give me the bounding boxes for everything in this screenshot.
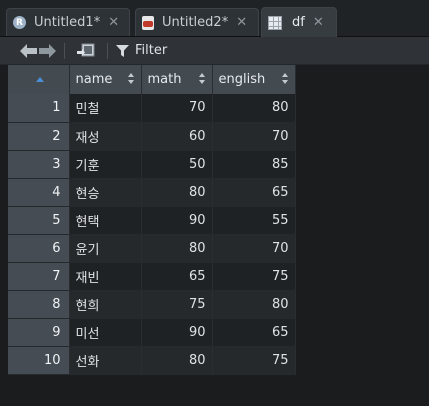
column-header-name[interactable]: name <box>69 65 142 94</box>
sort-icon <box>198 73 205 85</box>
table-row: 4 현승 80 65 <box>8 178 296 207</box>
cell-math: 60 <box>141 122 213 151</box>
cell-math: 75 <box>141 290 213 319</box>
tab-df[interactable]: df ✕ <box>261 7 337 37</box>
tab-label: df <box>292 15 305 30</box>
cell-name: 윤기 <box>69 234 142 263</box>
sort-ascending-icon <box>36 77 45 82</box>
table-row: 9 미선 90 65 <box>8 318 296 347</box>
editor-tab-bar: R Untitled1* ✕ Untitled2* ✕ df ✕ <box>0 0 429 37</box>
table-row: 8 현희 75 80 <box>8 290 296 319</box>
column-header-label: english <box>218 72 266 87</box>
row-number: 9 <box>8 318 70 347</box>
row-number: 2 <box>8 122 70 151</box>
popout-icon <box>77 43 95 57</box>
sort-icon <box>281 73 288 85</box>
tab-label: Untitled1* <box>34 15 101 30</box>
sort-icon <box>127 73 134 85</box>
cell-english: 65 <box>212 178 296 207</box>
row-number: 4 <box>8 178 70 207</box>
cell-name: 현희 <box>69 290 142 319</box>
cell-math: 50 <box>141 150 213 179</box>
table-row: 6 윤기 80 70 <box>8 234 296 263</box>
grid-footer <box>8 386 429 406</box>
row-number-header[interactable] <box>8 65 70 94</box>
row-number: 10 <box>8 346 70 375</box>
cell-name: 재성 <box>69 122 142 151</box>
table-row: 3 기훈 50 85 <box>8 150 296 179</box>
cell-math: 80 <box>141 234 213 263</box>
table-row: 1 민철 70 80 <box>8 94 296 123</box>
close-icon[interactable]: ✕ <box>236 16 247 29</box>
cell-math: 90 <box>141 206 213 235</box>
row-number: 8 <box>8 290 70 319</box>
r-script-icon: R <box>13 16 26 29</box>
rmarkdown-icon <box>142 15 154 30</box>
cell-name: 선화 <box>69 346 142 375</box>
data-table: name math english 1 민철 70 80 2 재성 60 70 <box>8 65 296 375</box>
data-viewer-toolbar: Filter <box>0 37 429 65</box>
show-in-window-button[interactable] <box>77 43 95 58</box>
row-number: 5 <box>8 206 70 235</box>
cell-math: 70 <box>141 94 213 123</box>
cell-english: 75 <box>212 346 296 375</box>
forward-button[interactable] <box>39 43 56 58</box>
cell-english: 55 <box>212 206 296 235</box>
forward-arrow-icon <box>39 43 56 58</box>
column-header-english[interactable]: english <box>212 65 296 94</box>
filter-button[interactable]: Filter <box>116 43 167 58</box>
close-icon[interactable]: ✕ <box>108 16 119 29</box>
column-header-label: name <box>75 72 113 87</box>
cell-math: 80 <box>141 346 213 375</box>
tab-label: Untitled2* <box>162 15 229 30</box>
close-icon[interactable]: ✕ <box>313 16 324 29</box>
table-row: 5 현택 90 55 <box>8 206 296 235</box>
column-header-label: math <box>147 72 182 87</box>
cell-english: 70 <box>212 122 296 151</box>
cell-math: 65 <box>141 262 213 291</box>
cell-english: 85 <box>212 150 296 179</box>
data-grid-icon <box>268 15 282 30</box>
row-number: 6 <box>8 234 70 263</box>
cell-english: 80 <box>212 94 296 123</box>
cell-name: 기훈 <box>69 150 142 179</box>
row-number: 7 <box>8 262 70 291</box>
cell-english: 75 <box>212 262 296 291</box>
cell-math: 80 <box>141 178 213 207</box>
funnel-icon <box>116 44 129 57</box>
header-row: name math english <box>8 65 296 94</box>
cell-name: 재빈 <box>69 262 142 291</box>
cell-english: 70 <box>212 234 296 263</box>
back-arrow-icon <box>20 43 37 58</box>
table-row: 10 선화 80 75 <box>8 346 296 375</box>
cell-name: 미선 <box>69 318 142 347</box>
cell-name: 현택 <box>69 206 142 235</box>
row-number: 1 <box>8 94 70 123</box>
cell-english: 80 <box>212 290 296 319</box>
cell-name: 민철 <box>69 94 142 123</box>
tab-untitled1[interactable]: R Untitled1* ✕ <box>6 8 130 36</box>
tab-untitled2[interactable]: Untitled2* ✕ <box>135 8 259 36</box>
toolbar-divider <box>64 42 65 59</box>
filter-label: Filter <box>135 43 168 58</box>
row-number: 3 <box>8 150 70 179</box>
back-button[interactable] <box>20 43 37 58</box>
toolbar-divider <box>107 42 108 59</box>
cell-english: 65 <box>212 318 296 347</box>
table-row: 7 재빈 65 75 <box>8 262 296 291</box>
column-header-math[interactable]: math <box>141 65 213 94</box>
cell-math: 90 <box>141 318 213 347</box>
cell-name: 현승 <box>69 178 142 207</box>
table-row: 2 재성 60 70 <box>8 122 296 151</box>
